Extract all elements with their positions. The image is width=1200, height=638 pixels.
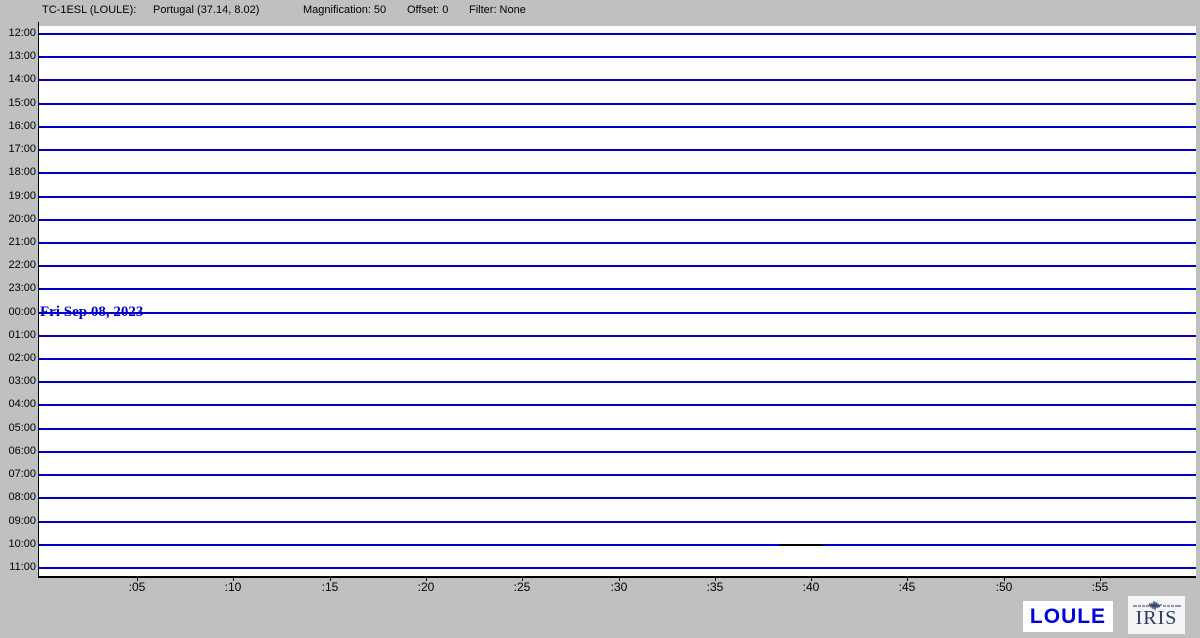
- date-annotation: Fri Sep 08, 2023: [40, 304, 143, 321]
- iris-logo-label: IRIS: [1136, 609, 1178, 628]
- hour-label: 06:00: [0, 445, 36, 458]
- trace-line: [39, 381, 1196, 383]
- minute-tick-label: :30: [601, 580, 637, 594]
- minute-tick-label: :15: [312, 580, 348, 594]
- hour-label: 02:00: [0, 352, 36, 365]
- trace-line: [39, 288, 1196, 290]
- trace-line: [39, 242, 1196, 244]
- trace-line: [39, 56, 1196, 58]
- hour-label: 01:00: [0, 329, 36, 342]
- hour-label: 07:00: [0, 468, 36, 481]
- trace-line: [39, 521, 1196, 523]
- hour-label: 16:00: [0, 120, 36, 133]
- hour-label: 22:00: [0, 259, 36, 272]
- hour-label: 03:00: [0, 375, 36, 388]
- hour-label: 19:00: [0, 190, 36, 203]
- minute-tick-label: :45: [889, 580, 925, 594]
- hour-label: 05:00: [0, 422, 36, 435]
- trace-line: [39, 358, 1196, 360]
- hour-label: 15:00: [0, 97, 36, 110]
- minute-tick-label: :20: [408, 580, 444, 594]
- hour-label: 18:00: [0, 166, 36, 179]
- trace-line: [39, 265, 1196, 267]
- station-badge-label: LOULE: [1030, 605, 1106, 629]
- hour-label: 12:00: [0, 27, 36, 40]
- trace-line: [39, 497, 1196, 499]
- hour-label: 10:00: [0, 538, 36, 551]
- trace-line: [39, 196, 1196, 198]
- hour-label: 04:00: [0, 398, 36, 411]
- station-badge: LOULE: [1023, 601, 1113, 632]
- trace-line: [39, 312, 1196, 314]
- iris-logo: IRIS: [1128, 596, 1185, 634]
- trace-line: [39, 428, 1196, 430]
- helicorder-plot[interactable]: [38, 26, 1196, 578]
- trace-line: [39, 126, 1196, 128]
- trace-line: [39, 219, 1196, 221]
- trace-line: [39, 567, 1196, 569]
- minute-tick-label: :35: [697, 580, 733, 594]
- trace-line: [39, 79, 1196, 81]
- minute-tick-label: :25: [504, 580, 540, 594]
- hour-label: 20:00: [0, 213, 36, 226]
- station-monitor-screen: { "header": { "station": "TC-1ESL (LOULE…: [0, 0, 1200, 638]
- hour-label: 14:00: [0, 73, 36, 86]
- hour-label: 00:00: [0, 306, 36, 319]
- hour-label: 09:00: [0, 515, 36, 528]
- trace-line: [39, 149, 1196, 151]
- minute-tick-label: :05: [119, 580, 155, 594]
- station-location: Portugal (37.14, 8.02): [153, 4, 259, 16]
- minute-tick-label: :40: [793, 580, 829, 594]
- station-id: TC-1ESL (LOULE):: [42, 4, 136, 16]
- minute-tick-label: :10: [215, 580, 251, 594]
- trace-line: [39, 474, 1196, 476]
- trace-line: [39, 451, 1196, 453]
- hour-label: 21:00: [0, 236, 36, 249]
- magnification-readout: Magnification: 50: [303, 4, 386, 16]
- trace-line: [39, 335, 1196, 337]
- hour-label: 13:00: [0, 50, 36, 63]
- trace-line: [39, 544, 1196, 546]
- trace-line: [39, 33, 1196, 35]
- trace-line: [39, 172, 1196, 174]
- minute-tick-label: :50: [986, 580, 1022, 594]
- minute-tick-label: :55: [1082, 580, 1118, 594]
- filter-readout: Filter: None: [469, 4, 526, 16]
- event-segment: [780, 544, 822, 546]
- hour-label: 17:00: [0, 143, 36, 156]
- offset-readout: Offset: 0: [407, 4, 448, 16]
- trace-line: [39, 404, 1196, 406]
- hour-label: 23:00: [0, 282, 36, 295]
- hour-label: 08:00: [0, 491, 36, 504]
- hour-label: 11:00: [0, 561, 36, 574]
- trace-line: [39, 103, 1196, 105]
